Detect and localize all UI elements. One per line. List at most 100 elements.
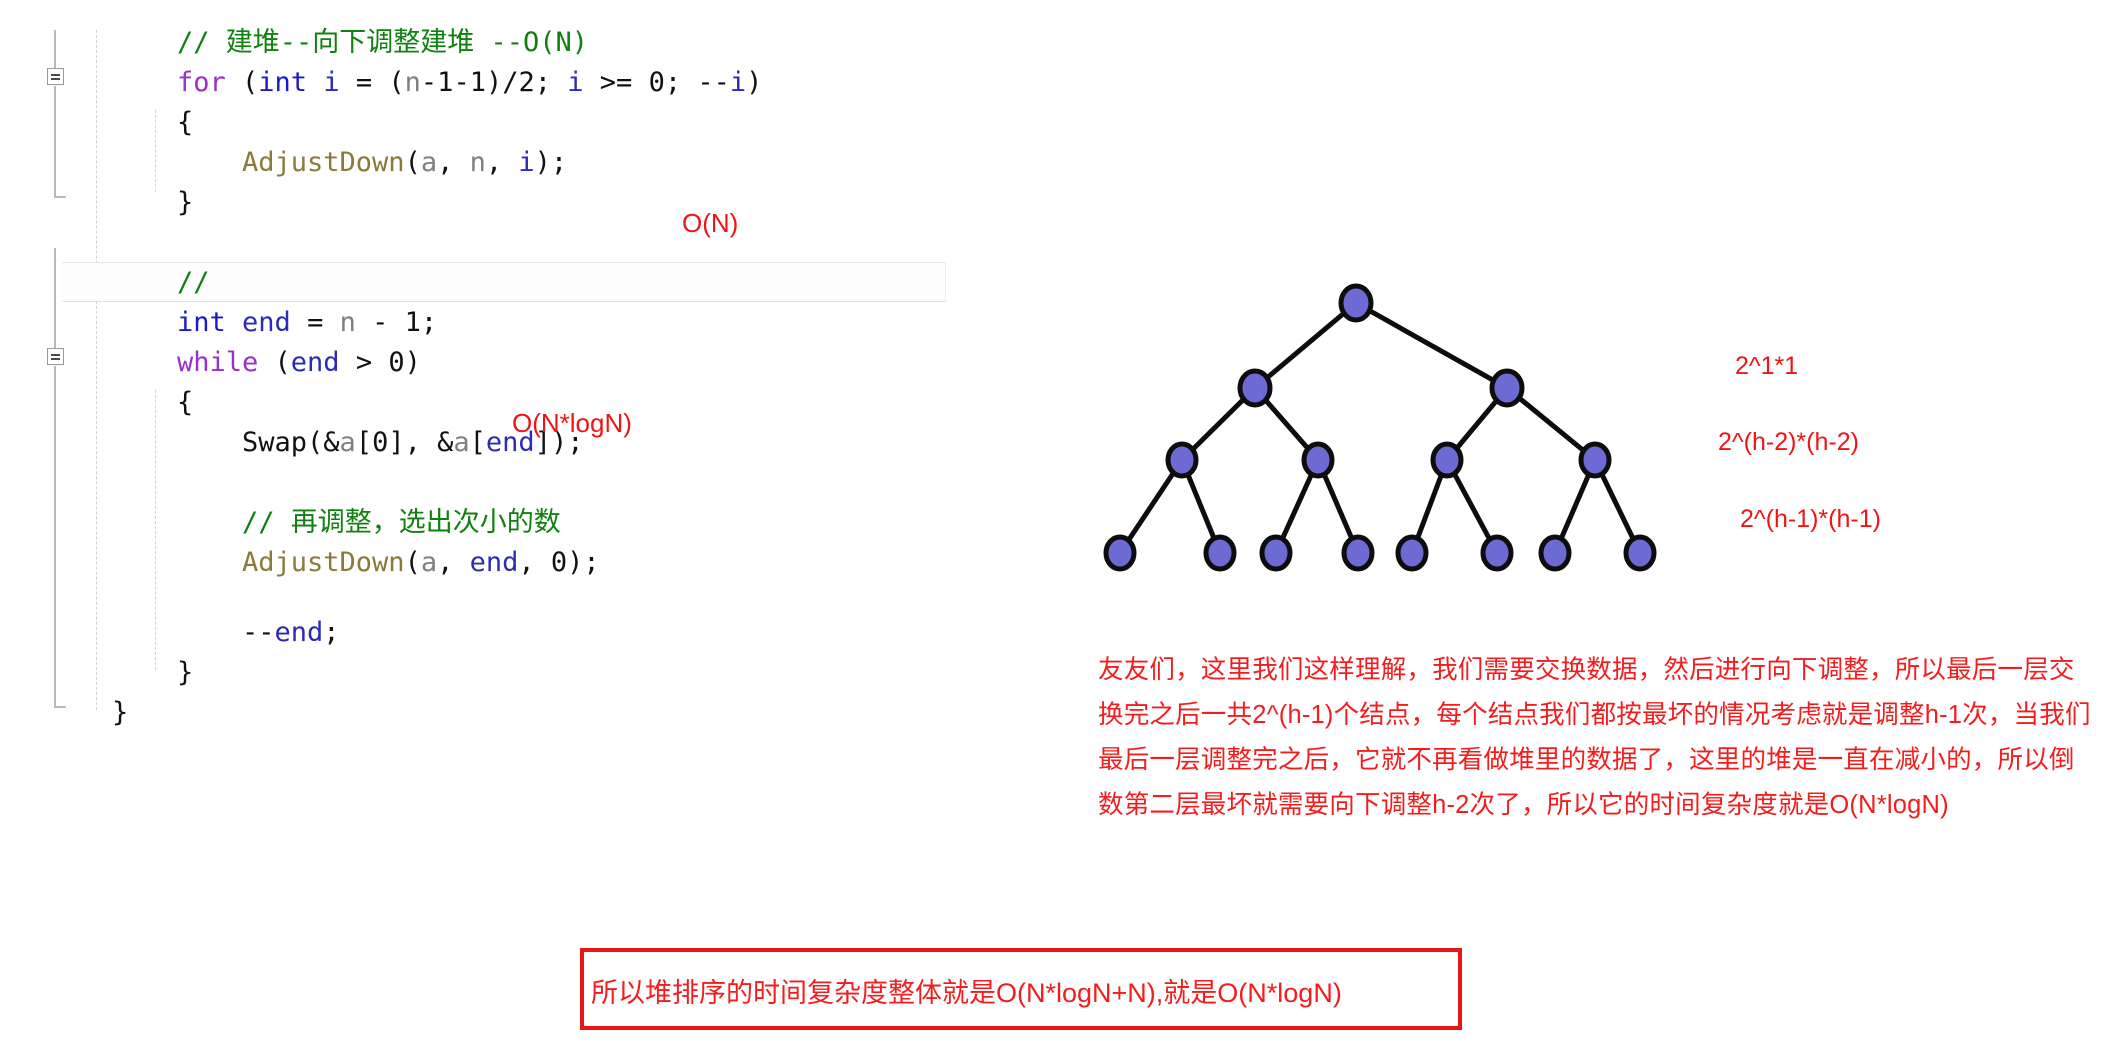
code-token: ,: [485, 147, 519, 178]
code-token: (: [404, 147, 421, 178]
code-token: )/: [485, 67, 519, 98]
tree-node: [1259, 534, 1293, 572]
code-token: {: [177, 387, 194, 418]
tree-node: [1395, 534, 1429, 572]
code-line[interactable]: while (end > 0): [177, 343, 421, 383]
indent-guide-level-2-a: [155, 110, 156, 192]
code-token: (: [225, 67, 259, 98]
code-line[interactable]: }: [177, 653, 193, 693]
tree-edges: [1117, 300, 1643, 556]
tree-node: [1203, 534, 1237, 572]
code-token: -: [453, 67, 470, 98]
code-token: Swap: [242, 427, 308, 458]
code-token: i: [729, 67, 747, 98]
code-token: a: [339, 427, 356, 458]
code-token: 0: [372, 427, 389, 458]
code-editor-pane[interactable]: // 建堆--向下调整建堆 --O(N) for (int i = (n-1-1)…: [0, 0, 1000, 900]
code-token: end: [469, 547, 519, 578]
code-token: i: [567, 67, 584, 98]
code-token: n: [404, 67, 421, 98]
code-token: int: [258, 67, 308, 98]
complexity-build-heap: O(N): [682, 208, 739, 238]
tree-node: [1103, 534, 1137, 572]
code-token: [: [355, 427, 373, 458]
code-token: a: [420, 147, 438, 178]
fold-collapse-marker-while-loop[interactable]: [47, 348, 64, 365]
code-token: (: [258, 347, 291, 378]
complexity-sort-loop: O(N*logN): [512, 408, 632, 438]
code-token: a: [453, 427, 470, 458]
level-2-cost: 2^1*1: [1735, 352, 1799, 380]
explanation-paragraph: 友友们，这里我们这样理解，我们需要交换数据，然后进行向下调整，所以最后一层交换完…: [1098, 656, 2091, 819]
code-line[interactable]: [242, 463, 258, 503]
code-token: );: [534, 147, 568, 178]
code-line[interactable]: [177, 223, 193, 263]
code-line[interactable]: }: [177, 183, 193, 223]
code-token: // 建堆--向下调整建堆 --O(N): [177, 27, 589, 58]
code-token: ,: [518, 547, 551, 578]
code-token: end: [242, 307, 291, 338]
code-token: 1: [437, 67, 454, 98]
tree-node: [1430, 441, 1464, 479]
code-token: =: [290, 307, 340, 338]
code-token: = (: [339, 67, 405, 98]
code-line[interactable]: int end = n - 1;: [177, 303, 437, 343]
code-token: }: [177, 187, 194, 218]
code-token: ): [746, 67, 763, 98]
tree-node: [1165, 441, 1199, 479]
code-token: ): [404, 347, 421, 378]
fold-end-tick-for: [54, 196, 66, 198]
code-token: ;: [323, 617, 340, 648]
code-token: (&: [307, 427, 340, 458]
conclusion-text: 所以堆排序的时间复杂度整体就是O(N*logN+N),就是O(N*logN): [591, 978, 1342, 1008]
code-line[interactable]: AdjustDown(a, end, 0);: [242, 543, 600, 583]
code-token: i: [323, 67, 340, 98]
code-line[interactable]: //: [177, 263, 210, 303]
code-token: --: [242, 617, 275, 648]
code-token: -: [355, 307, 405, 338]
code-token: 1: [469, 67, 486, 98]
code-token: {: [177, 107, 194, 138]
code-line[interactable]: --end;: [242, 613, 340, 653]
code-token: while: [177, 347, 259, 378]
tree-node: [1480, 534, 1514, 572]
tree-node: [1623, 534, 1657, 572]
code-token: //: [177, 267, 210, 298]
code-token: int: [177, 307, 226, 338]
indent-guide-level-2-b: [155, 390, 156, 670]
fold-rail-mid: [54, 248, 56, 348]
code-line[interactable]: // 再调整，选出次小的数: [242, 503, 561, 543]
tree-node: [1341, 534, 1375, 572]
level-h-2-cost: 2^(h-2)*(h-2): [1718, 428, 1859, 456]
code-token: end: [274, 617, 324, 648]
tree-nodes: [1103, 283, 1657, 572]
tree-edge: [1252, 300, 1359, 391]
binary-tree-svg: [1103, 283, 1657, 572]
indent-guide-level-1: [96, 30, 97, 710]
code-line[interactable]: for (int i = (n-1-1)/2; i >= 0; --i): [177, 63, 762, 103]
tree-node: [1237, 368, 1273, 408]
code-token: end: [290, 347, 340, 378]
code-line[interactable]: // 建堆--向下调整建堆 --O(N): [177, 23, 588, 63]
tree-node: [1301, 441, 1335, 479]
code-token: [: [469, 427, 486, 458]
fold-rail-upper: [54, 30, 56, 68]
code-token: AdjustDown: [242, 547, 405, 578]
code-token: 0: [550, 547, 568, 578]
code-line[interactable]: AdjustDown(a, n, i);: [242, 143, 567, 183]
code-token: AdjustDown: [242, 147, 405, 178]
code-token: n: [469, 147, 486, 178]
tree-edge: [1353, 300, 1510, 391]
code-line[interactable]: {: [177, 103, 193, 143]
code-token: ,: [437, 547, 470, 578]
code-token: n: [339, 307, 356, 338]
tree-node: [1489, 368, 1525, 408]
fold-collapse-marker-for-loop[interactable]: [47, 68, 64, 85]
code-token: ], &: [388, 427, 454, 458]
code-line[interactable]: }: [112, 693, 128, 733]
code-token: }: [112, 697, 129, 728]
code-line[interactable]: {: [177, 383, 193, 423]
code-token: ; --: [664, 67, 730, 98]
level-h-1-cost: 2^(h-1)*(h-1): [1740, 505, 1881, 533]
